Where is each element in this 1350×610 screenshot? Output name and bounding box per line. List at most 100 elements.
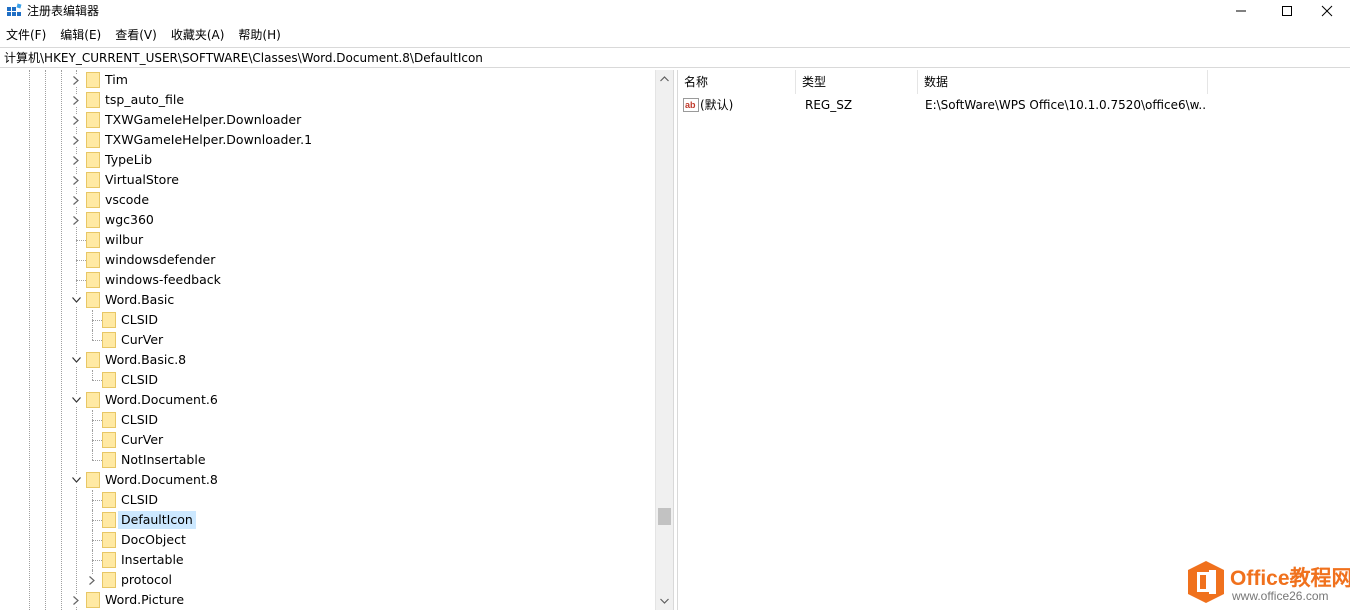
tree-item[interactable]: TXWGameIeHelper.Downloader.1 xyxy=(0,130,655,150)
menu-help[interactable]: 帮助(H) xyxy=(231,25,287,45)
tree-item-label[interactable]: windows-feedback xyxy=(102,271,224,289)
chevron-right-icon xyxy=(73,595,79,605)
tree-expander[interactable] xyxy=(70,214,82,226)
address-bar[interactable]: 计算机\HKEY_CURRENT_USER\SOFTWARE\Classes\W… xyxy=(0,47,1350,68)
tree-item[interactable]: DefaultIcon xyxy=(0,510,655,530)
tree-item-label[interactable]: protocol xyxy=(118,571,175,589)
tree-item[interactable]: tsp_auto_file xyxy=(0,90,655,110)
menu-edit[interactable]: 编辑(E) xyxy=(53,25,108,45)
tree-vertical-scrollbar[interactable] xyxy=(655,70,673,610)
tree-expander[interactable] xyxy=(70,354,82,366)
menu-favorites[interactable]: 收藏夹(A) xyxy=(164,25,232,45)
tree-item-label[interactable]: TXWGameIeHelper.Downloader.1 xyxy=(102,131,315,149)
tree-expander[interactable] xyxy=(70,194,82,206)
tree-item[interactable]: CurVer xyxy=(0,430,655,450)
tree-item[interactable]: NotInsertable xyxy=(0,450,655,470)
tree-item[interactable]: DocObject xyxy=(0,530,655,550)
tree-item-label[interactable]: CLSID xyxy=(118,371,161,389)
tree-item[interactable]: CLSID xyxy=(0,370,655,390)
tree-item-label[interactable]: wilbur xyxy=(102,231,146,249)
tree-item[interactable]: Word.Basic.8 xyxy=(0,350,655,370)
tree-item-label[interactable]: TXWGameIeHelper.Downloader xyxy=(102,111,304,129)
tree-item[interactable]: VirtualStore xyxy=(0,170,655,190)
tree-item[interactable]: Word.Basic xyxy=(0,290,655,310)
list-item[interactable]: ab (默认) REG_SZ E:\SoftWare\WPS Office\10… xyxy=(678,94,1350,116)
tree-item[interactable]: CLSID xyxy=(0,410,655,430)
tree-item-label[interactable]: CLSID xyxy=(118,311,161,329)
folder-icon xyxy=(102,572,116,588)
tree-item-label[interactable]: windowsdefender xyxy=(102,251,218,269)
folder-icon xyxy=(102,332,116,348)
menu-view[interactable]: 查看(V) xyxy=(108,25,164,45)
tree-item-label[interactable]: Word.Document.8 xyxy=(102,471,221,489)
folder-icon xyxy=(102,532,116,548)
tree-item-label[interactable]: VirtualStore xyxy=(102,171,182,189)
tree-item-label[interactable]: DocObject xyxy=(118,531,189,549)
tree-item-label[interactable]: CurVer xyxy=(118,331,166,349)
tree-item[interactable]: windowsdefender xyxy=(0,250,655,270)
tree-item-label[interactable]: Insertable xyxy=(118,551,187,569)
registry-key-tree[interactable]: Tim tsp_auto_file TXWGameIeHelper.Download… xyxy=(0,70,673,610)
menu-file[interactable]: 文件(F) xyxy=(0,25,53,45)
tree-item-label[interactable]: Word.Basic xyxy=(102,291,177,309)
menu-bar: 文件(F) 编辑(E) 查看(V) 收藏夹(A) 帮助(H) xyxy=(0,25,288,45)
tree-item[interactable]: vscode xyxy=(0,190,655,210)
tree-item-label[interactable]: NotInsertable xyxy=(118,451,209,469)
tree-item[interactable]: TXWGameIeHelper.Downloader xyxy=(0,110,655,130)
tree-expander[interactable] xyxy=(70,594,82,606)
tree-item-label[interactable]: vscode xyxy=(102,191,152,209)
chevron-right-icon xyxy=(73,115,79,125)
folder-icon xyxy=(102,372,116,388)
column-header-data[interactable]: 数据 xyxy=(918,70,1208,94)
tree-expander[interactable] xyxy=(70,94,82,106)
tree-item[interactable]: wilbur xyxy=(0,230,655,250)
tree-expander[interactable] xyxy=(70,114,82,126)
tree-item[interactable]: windows-feedback xyxy=(0,270,655,290)
tree-item[interactable]: Insertable xyxy=(0,550,655,570)
scroll-up-button[interactable] xyxy=(656,70,673,87)
folder-icon xyxy=(102,432,116,448)
tree-guide-line xyxy=(92,320,102,321)
close-button[interactable] xyxy=(1304,0,1350,22)
value-list[interactable]: 名称 类型 数据 ab (默认) REG_SZ E:\SoftWare\WPS … xyxy=(678,70,1350,610)
tree-expander[interactable] xyxy=(70,174,82,186)
minimize-button[interactable] xyxy=(1218,0,1264,22)
tree-item[interactable]: Word.Picture xyxy=(0,590,655,610)
tree-guide-line xyxy=(92,500,102,501)
tree-item-label[interactable]: tsp_auto_file xyxy=(102,91,187,109)
tree-item[interactable]: protocol xyxy=(0,570,655,590)
scroll-down-button[interactable] xyxy=(656,592,673,609)
tree-expander[interactable] xyxy=(70,154,82,166)
tree-item-label[interactable]: CLSID xyxy=(118,491,161,509)
tree-item-label[interactable]: Tim xyxy=(102,71,131,89)
tree-expander[interactable] xyxy=(70,134,82,146)
address-path[interactable]: 计算机\HKEY_CURRENT_USER\SOFTWARE\Classes\W… xyxy=(4,50,483,66)
tree-expander[interactable] xyxy=(70,474,82,486)
column-header-name[interactable]: 名称 xyxy=(678,70,796,94)
tree-expander[interactable] xyxy=(70,74,82,86)
scrollbar-thumb[interactable] xyxy=(658,507,671,525)
tree-expander[interactable] xyxy=(86,574,98,586)
tree-item[interactable]: CurVer xyxy=(0,330,655,350)
tree-item[interactable]: CLSID xyxy=(0,490,655,510)
tree-item[interactable]: CLSID xyxy=(0,310,655,330)
tree-item[interactable]: TypeLib xyxy=(0,150,655,170)
tree-item-label[interactable]: wgc360 xyxy=(102,211,157,229)
folder-icon xyxy=(86,252,100,268)
chevron-right-icon xyxy=(73,155,79,165)
tree-item-label[interactable]: TypeLib xyxy=(102,151,155,169)
tree-item-label[interactable]: Word.Basic.8 xyxy=(102,351,189,369)
tree-item-label[interactable]: CLSID xyxy=(118,411,161,429)
tree-item[interactable]: Tim xyxy=(0,70,655,90)
tree-item[interactable]: wgc360 xyxy=(0,210,655,230)
column-header-type[interactable]: 类型 xyxy=(796,70,918,94)
tree-item-label[interactable]: Word.Document.6 xyxy=(102,391,221,409)
tree-item-label[interactable]: CurVer xyxy=(118,431,166,449)
tree-item[interactable]: Word.Document.8 xyxy=(0,470,655,490)
tree-item[interactable]: Word.Document.6 xyxy=(0,390,655,410)
tree-item-label-selected[interactable]: DefaultIcon xyxy=(118,511,196,529)
tree-item-label[interactable]: Word.Picture xyxy=(102,591,187,609)
tree-expander[interactable] xyxy=(70,394,82,406)
tree-expander[interactable] xyxy=(70,294,82,306)
chevron-down-icon xyxy=(71,357,81,363)
